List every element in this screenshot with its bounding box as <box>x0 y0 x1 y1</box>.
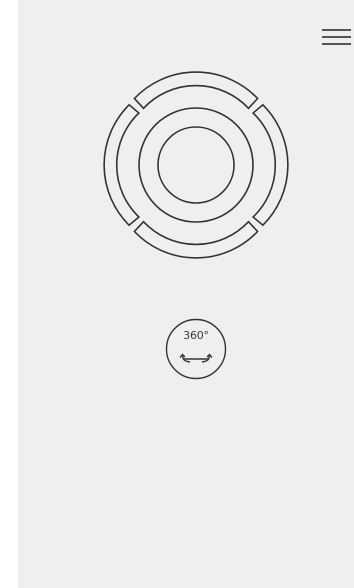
dpad-right-segment[interactable] <box>251 103 289 227</box>
dpad-down-segment[interactable] <box>133 220 259 259</box>
dpad-left-segment[interactable] <box>103 103 141 227</box>
directional-pad <box>103 70 289 260</box>
rotate-360-label: 360° <box>183 329 209 342</box>
app-screen: 360° <box>18 0 354 588</box>
directional-pad-icon <box>103 71 289 259</box>
hamburger-menu-icon <box>322 29 351 31</box>
rotate-360-button[interactable]: 360° <box>164 317 228 381</box>
dpad-up-segment[interactable] <box>133 71 259 110</box>
rotate-360-icon <box>165 318 227 380</box>
dpad-center-knob[interactable] <box>157 126 235 204</box>
menu-button[interactable] <box>320 26 352 50</box>
menu-bar-middle <box>322 36 351 38</box>
menu-bar-bottom <box>322 43 351 45</box>
dpad-middle-ring <box>138 107 254 223</box>
